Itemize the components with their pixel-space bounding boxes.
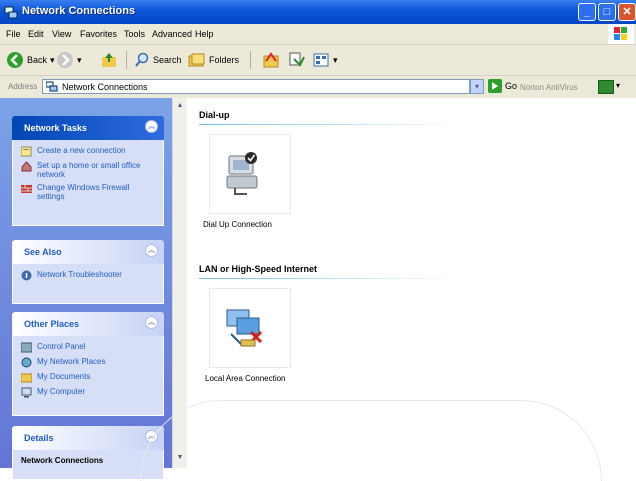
address-input[interactable]: Network Connections [42,79,470,94]
menu-bar: File Edit View Favorites Tools Advanced … [0,24,636,45]
window-title: Network Connections [22,5,136,17]
search-icon [135,52,149,67]
title-bar: Network Connections _ □ ✕ [0,0,636,24]
task-pane: Network Tasks ︽ Create a new connection … [0,98,172,480]
go-label: Go [505,81,518,91]
help-icon [21,270,32,281]
link-my-network-places[interactable]: My Network Places [21,357,155,368]
see-also-title: See Also [24,247,62,257]
address-bar: Address Network Connections ▾ Go Norton … [0,76,636,99]
firewall-icon [21,185,32,193]
menu-edit[interactable]: Edit [28,29,44,39]
home-network-icon [21,161,32,172]
menu-help[interactable]: Help [195,29,214,39]
task-set-up-home-network[interactable]: Set up a home or small office network [21,161,155,179]
collapse-chevron-icon[interactable]: ︽ [145,316,158,329]
group-divider [199,278,459,279]
dial-up-connection-item[interactable] [217,146,269,200]
address-label: Address [8,82,38,91]
copy-to-icon [289,52,305,67]
see-also-panel: See Also ︽ Network Troubleshooter [12,240,164,304]
search-button[interactable]: Search [134,50,182,70]
local-area-connection-item[interactable] [221,302,273,356]
collapse-chevron-icon[interactable]: ︽ [145,120,158,133]
back-label: Back [27,55,48,65]
lan-connection-disconnected-icon [226,309,263,347]
link-network-troubleshooter[interactable]: Network Troubleshooter [21,270,155,281]
menu-view[interactable]: View [52,29,71,39]
move-to-button[interactable] [262,50,280,70]
go-arrow-icon [488,79,502,93]
network-tasks-title: Network Tasks [24,123,87,133]
close-button[interactable]: ✕ [618,3,636,21]
task-change-firewall-settings[interactable]: Change Windows Firewall settings [21,183,155,201]
norton-antivirus-label: Norton AntiVirus [520,83,578,92]
menu-advanced[interactable]: Advanced [152,29,192,39]
dial-up-connection-label[interactable]: Dial Up Connection [203,220,272,229]
details-title: Details [24,433,54,443]
network-connections-icon [4,6,18,19]
group-title-dial-up: Dial-up [199,110,230,120]
group-divider [199,124,459,125]
control-panel-icon [21,342,32,353]
network-tasks-header[interactable]: Network Tasks ︽ [12,116,164,140]
folders-button[interactable]: Folders [188,50,239,70]
copy-to-button[interactable] [288,50,306,70]
forward-button[interactable]: ▾ [56,50,82,70]
address-value: Network Connections [62,81,148,92]
address-dropdown-button[interactable]: ▾ [470,79,484,94]
my-computer-icon [21,387,32,398]
standard-toolbar: Back ▾ ▾ Search Folders ▾ [0,45,636,76]
scroll-up-arrow-icon[interactable]: ▲ [175,102,185,112]
my-documents-icon [21,373,32,383]
menu-file[interactable]: File [6,29,21,39]
move-to-folder-icon [263,52,279,68]
other-places-panel: Other Places ︽ Control Panel My Network … [12,312,164,416]
task-create-new-connection[interactable]: Create a new connection [21,146,155,157]
menu-favorites[interactable]: Favorites [80,29,117,39]
collapse-chevron-icon[interactable]: ︽ [145,244,158,257]
group-title-lan: LAN or High-Speed Internet [199,264,318,274]
up-folder-button[interactable] [100,50,118,70]
maximize-button[interactable]: □ [598,3,616,21]
link-my-computer[interactable]: My Computer [21,387,155,398]
back-arrow-icon [7,52,23,68]
network-connections-icon [46,81,58,92]
chevron-down-icon: ▾ [50,54,55,65]
folders-icon [188,53,205,67]
menu-tools[interactable]: Tools [124,29,145,39]
details-header[interactable]: Details ︽ [12,426,164,450]
views-button[interactable]: ▾ [312,50,338,70]
link-control-panel[interactable]: Control Panel [21,342,155,353]
chevron-down-icon[interactable]: ▾ [616,81,620,90]
chevron-down-icon: ▾ [77,54,82,65]
back-button[interactable]: Back ▾ [6,50,55,70]
watermark-arc [140,400,602,481]
chevron-down-icon: ▾ [333,54,338,65]
norton-antivirus-icon[interactable] [598,80,614,94]
see-also-header[interactable]: See Also ︽ [12,240,164,264]
local-area-connection-label[interactable]: Local Area Connection [205,374,286,383]
views-icon [313,53,329,67]
new-connection-icon [21,146,32,157]
up-folder-icon [102,53,116,67]
network-tasks-panel: Network Tasks ︽ Create a new connection … [12,116,164,226]
minimize-button[interactable]: _ [578,3,596,21]
go-button[interactable]: Go [488,79,517,93]
windows-logo-icon [608,24,634,44]
other-places-title: Other Places [24,319,80,329]
dialup-connection-icon [226,152,258,195]
link-my-documents[interactable]: My Documents [21,372,155,383]
search-label: Search [153,55,182,65]
folders-label: Folders [209,55,240,65]
forward-arrow-icon [57,52,73,68]
details-folder-name: Network Connections [21,456,104,465]
network-places-icon [21,357,32,368]
other-places-header[interactable]: Other Places ︽ [12,312,164,336]
